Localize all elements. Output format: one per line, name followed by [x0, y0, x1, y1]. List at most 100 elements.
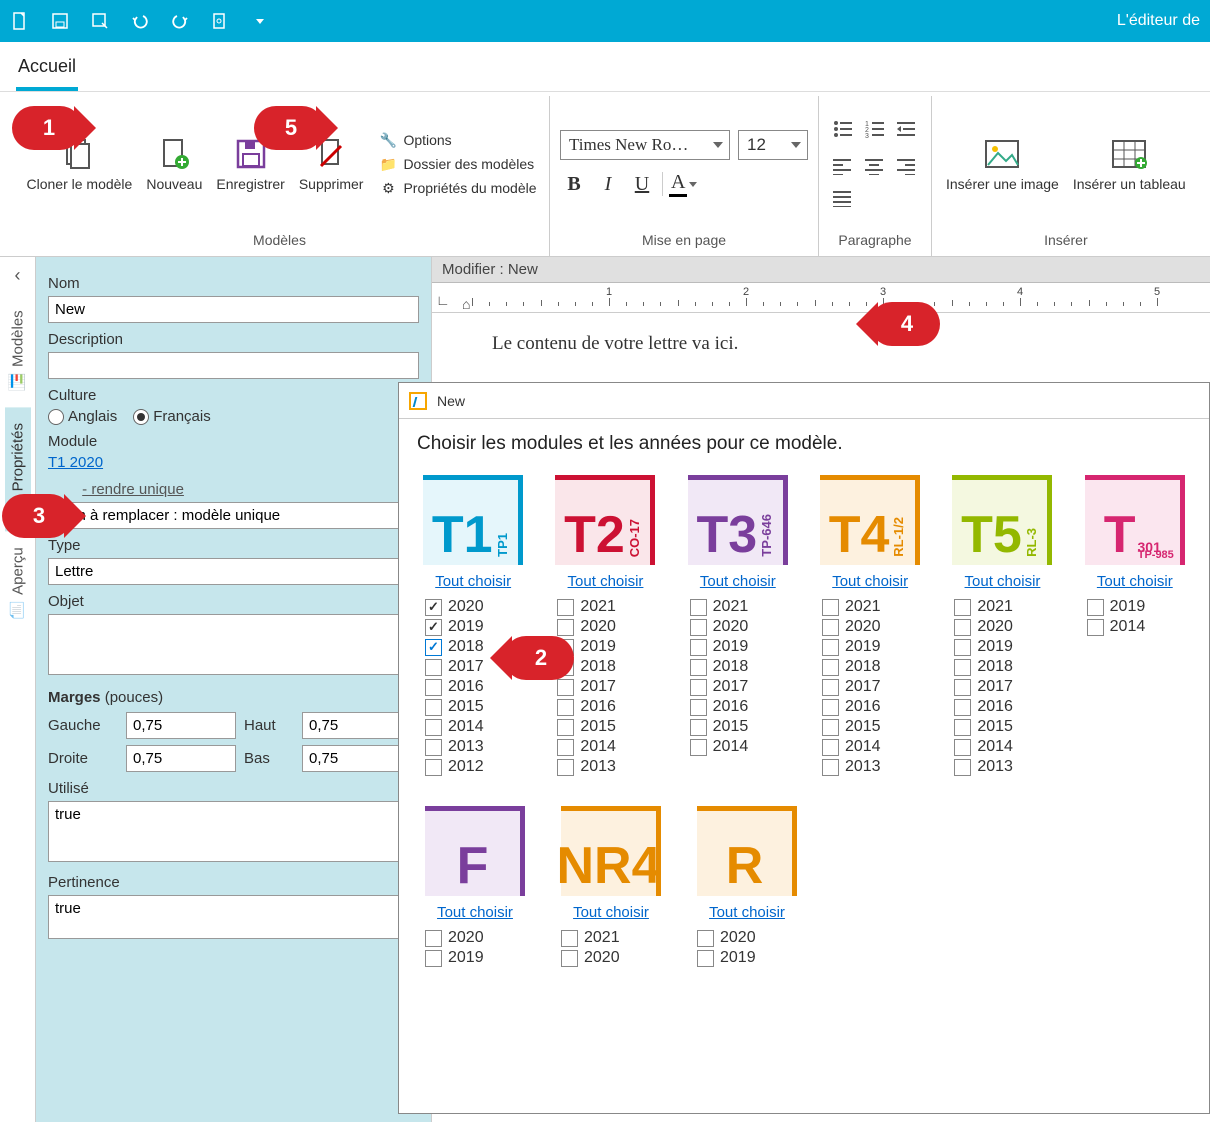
- year-item[interactable]: 2018: [954, 658, 1058, 676]
- align-justify-button[interactable]: [829, 185, 857, 213]
- checkbox[interactable]: [557, 619, 574, 636]
- collapse-panel-button[interactable]: ‹: [7, 257, 29, 294]
- checkbox[interactable]: [822, 639, 839, 656]
- culture-english-radio[interactable]: Anglais: [48, 408, 117, 425]
- year-item[interactable]: 2021: [557, 598, 661, 616]
- save-icon[interactable]: [50, 11, 70, 31]
- italic-button[interactable]: I: [594, 170, 622, 198]
- checkbox[interactable]: [954, 699, 971, 716]
- checkbox[interactable]: [557, 699, 574, 716]
- year-item[interactable]: 2013: [954, 758, 1058, 776]
- model-properties-button[interactable]: ⚙Propriétés du modèle: [379, 179, 536, 197]
- checkbox[interactable]: [954, 719, 971, 736]
- relevance-input[interactable]: true: [48, 895, 419, 939]
- checkbox[interactable]: [822, 679, 839, 696]
- checkbox[interactable]: [690, 639, 707, 656]
- align-center-button[interactable]: [861, 153, 889, 181]
- year-item[interactable]: 2015: [557, 718, 661, 736]
- choose-all-link[interactable]: Tout choisir: [1097, 573, 1173, 590]
- checkbox[interactable]: [1087, 599, 1104, 616]
- replace-input[interactable]: [48, 502, 419, 529]
- year-item[interactable]: 2012: [425, 758, 529, 776]
- font-size-combo[interactable]: 12: [738, 130, 808, 160]
- bullet-list-button[interactable]: [829, 115, 857, 143]
- checkbox[interactable]: [690, 739, 707, 756]
- options-button[interactable]: 🔧Options: [379, 131, 536, 149]
- year-item[interactable]: 2017: [557, 678, 661, 696]
- choose-all-link[interactable]: Tout choisir: [965, 573, 1041, 590]
- checkbox[interactable]: [822, 759, 839, 776]
- checkbox[interactable]: [690, 619, 707, 636]
- choose-all-link[interactable]: Tout choisir: [573, 904, 649, 921]
- year-item[interactable]: 2016: [557, 698, 661, 716]
- description-input[interactable]: [48, 352, 419, 379]
- year-item[interactable]: 2017: [822, 678, 926, 696]
- undo-icon[interactable]: [130, 11, 150, 31]
- underline-button[interactable]: U: [628, 170, 656, 198]
- module-tile[interactable]: T4RL-1/2: [820, 475, 920, 565]
- year-item[interactable]: 2014: [557, 738, 661, 756]
- align-right-button[interactable]: [893, 153, 921, 181]
- year-item[interactable]: 2020: [954, 618, 1058, 636]
- dialog-title-bar[interactable]: New: [399, 383, 1209, 419]
- year-item[interactable]: 2019: [822, 638, 926, 656]
- checkbox[interactable]: [822, 699, 839, 716]
- checkbox[interactable]: [425, 759, 442, 776]
- checkbox[interactable]: [425, 739, 442, 756]
- insert-image-button[interactable]: Insérer une image: [942, 134, 1063, 195]
- choose-all-link[interactable]: Tout choisir: [435, 573, 511, 590]
- checkbox[interactable]: [557, 599, 574, 616]
- module-tile[interactable]: R: [697, 806, 797, 896]
- checkbox[interactable]: [690, 699, 707, 716]
- side-tab-models[interactable]: 📊Modèles: [5, 294, 31, 407]
- checkbox[interactable]: [557, 679, 574, 696]
- year-item[interactable]: 2020: [425, 598, 529, 616]
- redo-icon[interactable]: [170, 11, 190, 31]
- checkbox[interactable]: [1087, 619, 1104, 636]
- name-input[interactable]: [48, 296, 419, 323]
- culture-french-radio[interactable]: Français: [133, 408, 211, 425]
- checkbox[interactable]: [425, 659, 442, 676]
- qat-dropdown-icon[interactable]: [250, 11, 270, 31]
- make-unique-link[interactable]: - rendre unique: [82, 481, 184, 498]
- year-item[interactable]: 2014: [425, 718, 529, 736]
- year-item[interactable]: 2018: [690, 658, 794, 676]
- year-item[interactable]: 2020: [425, 929, 533, 947]
- year-item[interactable]: 2013: [822, 758, 926, 776]
- bold-button[interactable]: B: [560, 170, 588, 198]
- models-folder-button[interactable]: 📁Dossier des modèles: [379, 155, 536, 173]
- year-item[interactable]: 2014: [822, 738, 926, 756]
- year-item[interactable]: 2021: [690, 598, 794, 616]
- numbered-list-button[interactable]: 123: [861, 115, 889, 143]
- choose-all-link[interactable]: Tout choisir: [437, 904, 513, 921]
- year-item[interactable]: 2013: [425, 738, 529, 756]
- checkbox[interactable]: [954, 739, 971, 756]
- checkbox[interactable]: [822, 619, 839, 636]
- checkbox[interactable]: [425, 619, 442, 636]
- module-tile[interactable]: F: [425, 806, 525, 896]
- year-item[interactable]: 2014: [690, 738, 794, 756]
- margin-top-input[interactable]: [302, 712, 412, 739]
- checkbox[interactable]: [954, 599, 971, 616]
- year-item[interactable]: 2017: [690, 678, 794, 696]
- tab-home[interactable]: Accueil: [16, 50, 78, 91]
- checkbox[interactable]: [822, 659, 839, 676]
- checkbox[interactable]: [425, 950, 442, 967]
- year-item[interactable]: 2015: [822, 718, 926, 736]
- margin-bottom-input[interactable]: [302, 745, 412, 772]
- year-item[interactable]: 2021: [954, 598, 1058, 616]
- checkbox[interactable]: [425, 639, 442, 656]
- ruler[interactable]: 12345⌂∟: [432, 283, 1210, 313]
- new-button[interactable]: Nouveau: [142, 134, 206, 195]
- checkbox[interactable]: [954, 759, 971, 776]
- year-item[interactable]: 2015: [425, 698, 529, 716]
- outdent-button[interactable]: [893, 115, 921, 143]
- year-item[interactable]: 2020: [690, 618, 794, 636]
- checkbox[interactable]: [425, 930, 442, 947]
- checkbox[interactable]: [690, 679, 707, 696]
- side-tab-preview[interactable]: 📄Aperçu: [5, 531, 31, 635]
- checkbox[interactable]: [425, 679, 442, 696]
- module-tile[interactable]: T1TP1: [423, 475, 523, 565]
- checkbox[interactable]: [822, 739, 839, 756]
- module-tile[interactable]: T5RL-3: [952, 475, 1052, 565]
